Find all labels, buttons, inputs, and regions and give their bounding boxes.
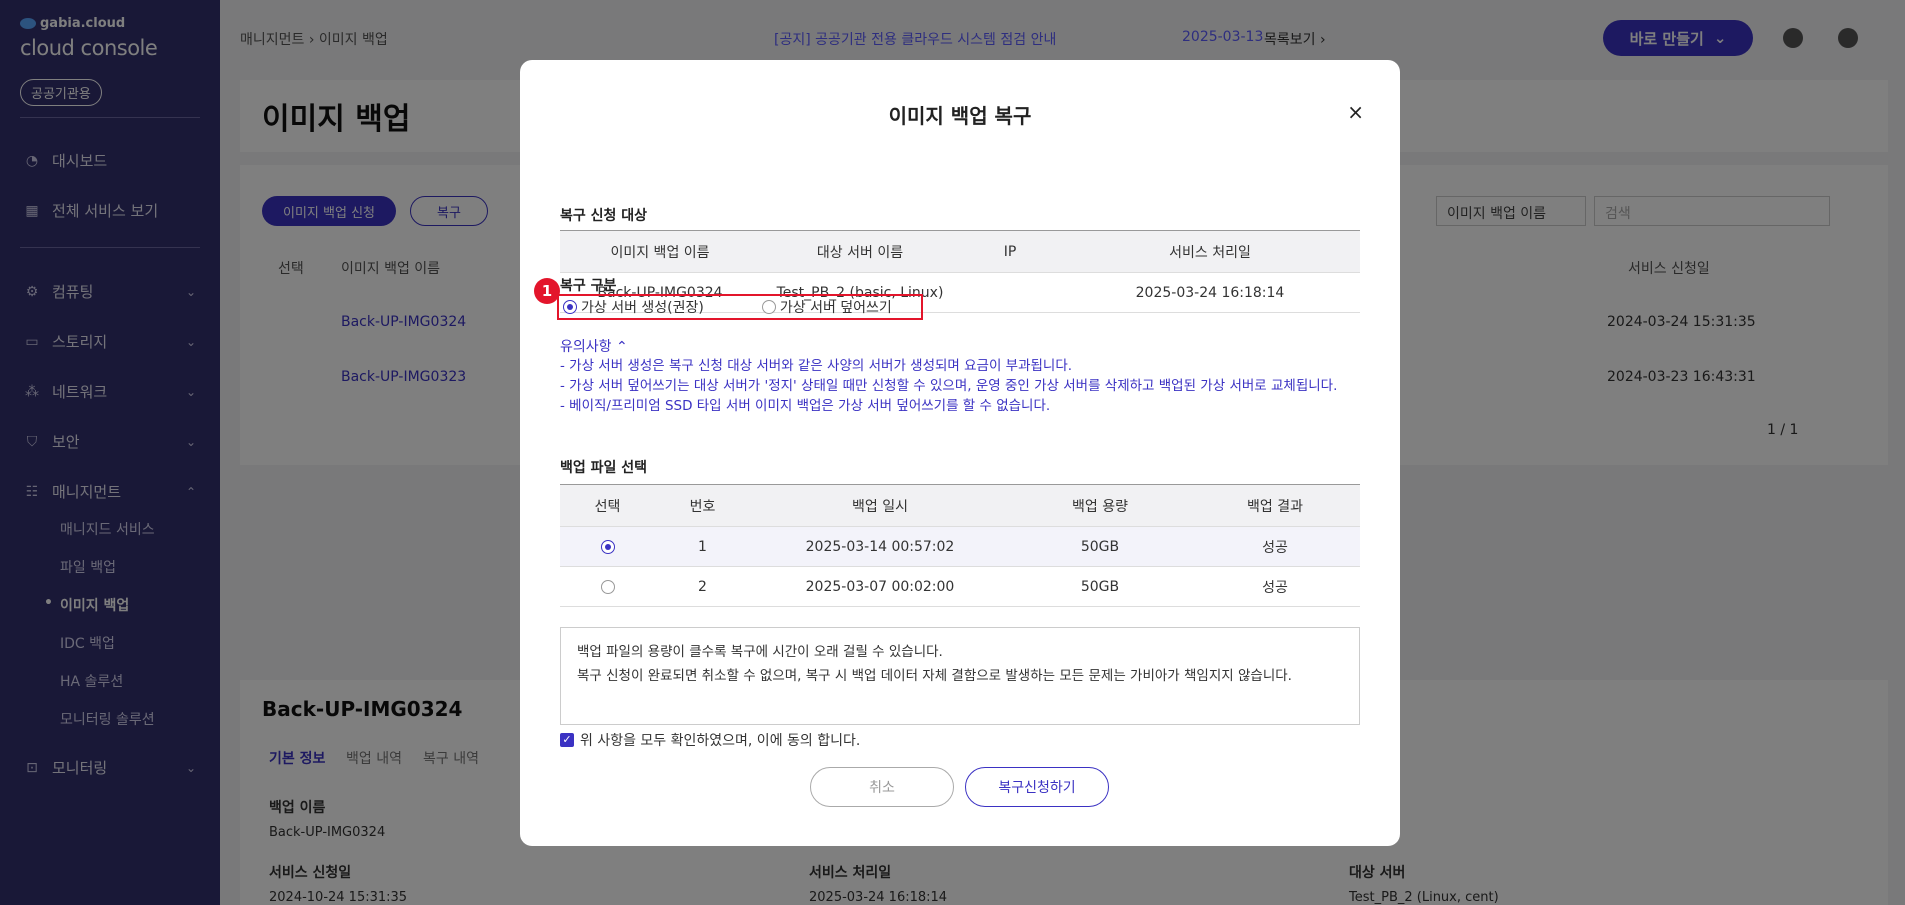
column-header: 이미지 백업 이름 (560, 230, 760, 273)
agree-label[interactable]: 위 사항을 모두 확인하였으며, 이에 동의 합니다. (580, 730, 860, 750)
file-size: 50GB (1010, 526, 1190, 567)
overwrite-server-label[interactable]: 가상 서버 덮어쓰기 (780, 297, 892, 317)
notes-head-label: 유의사항 (560, 339, 612, 355)
checkbox-checked-icon[interactable]: ✓ (560, 733, 574, 747)
warning-box: 백업 파일의 용량이 클수록 복구에 시간이 오래 걸릴 수 있습니다. 복구 … (560, 627, 1360, 725)
file-date: 2025-03-14 00:57:02 (750, 526, 1010, 567)
column-header: 백업 일시 (750, 484, 1010, 527)
close-icon[interactable]: × (1347, 100, 1364, 124)
file-section-title: 백업 파일 선택 (560, 460, 648, 476)
submit-restore-button[interactable]: 복구신청하기 (965, 767, 1109, 807)
step-badge: 1 (534, 278, 560, 304)
modal-title: 이미지 백업 복구 (888, 104, 1032, 128)
file-select-radio[interactable] (600, 579, 615, 594)
file-result: 성공 (1190, 526, 1360, 567)
column-header: 선택 (560, 484, 655, 527)
column-header: 서비스 처리일 (1060, 230, 1360, 273)
notes-list: - 가상 서버 생성은 복구 신청 대상 서버와 같은 사양의 서버가 생성되며… (560, 356, 1370, 416)
cancel-button[interactable]: 취소 (810, 767, 954, 807)
file-no: 1 (655, 526, 750, 567)
column-header: 대상 서버 이름 (760, 230, 960, 273)
file-date: 2025-03-07 00:02:00 (750, 566, 1010, 607)
target-ip (960, 272, 1060, 313)
recovery-type-group: 가상 서버 생성(권장) 가상 서버 덮어쓰기 (557, 294, 923, 320)
column-header: 백업 용량 (1010, 484, 1190, 527)
file-size: 50GB (1010, 566, 1190, 607)
create-server-radio[interactable] (563, 300, 577, 314)
restore-modal: 이미지 백업 복구 × 복구 신청 대상 이미지 백업 이름 대상 서버 이름 … (520, 60, 1400, 846)
target-section-title: 복구 신청 대상 (560, 208, 648, 224)
note-item: - 가상 서버 생성은 복구 신청 대상 서버와 같은 사양의 서버가 생성되며… (560, 358, 1073, 374)
create-server-label[interactable]: 가상 서버 생성(권장) (581, 297, 704, 317)
table-row[interactable]: 1 2025-03-14 00:57:02 50GB 성공 (560, 526, 1360, 567)
file-select-radio[interactable] (600, 539, 615, 554)
warning-text: 백업 파일의 용량이 클수록 복구에 시간이 오래 걸릴 수 있습니다. (577, 644, 943, 660)
notes-toggle[interactable]: 유의사항 ⌃ (560, 336, 628, 356)
column-header: 번호 (655, 484, 750, 527)
warning-text: 복구 신청이 완료되면 취소할 수 없으며, 복구 시 백업 데이터 자체 결함… (577, 668, 1292, 684)
recovery-type-title: 복구 구분 (560, 278, 617, 294)
agree-checkbox-row[interactable]: ✓ 위 사항을 모두 확인하였으며, 이에 동의 합니다. (560, 730, 860, 750)
column-header: IP (960, 230, 1060, 273)
table-row[interactable]: 2 2025-03-07 00:02:00 50GB 성공 (560, 566, 1360, 607)
file-result: 성공 (1190, 566, 1360, 607)
file-table: 선택 번호 백업 일시 백업 용량 백업 결과 1 2025-03-14 00:… (560, 484, 1360, 607)
note-item: - 베이직/프리미엄 SSD 타입 서버 이미지 백업은 가상 서버 덮어쓰기를… (560, 398, 1051, 414)
target-processed: 2025-03-24 16:18:14 (1060, 272, 1360, 313)
column-header: 백업 결과 (1190, 484, 1360, 527)
note-item: - 가상 서버 덮어쓰기는 대상 서버가 '정지' 상태일 때만 신청할 수 있… (560, 378, 1338, 394)
file-no: 2 (655, 566, 750, 607)
overwrite-server-radio[interactable] (761, 300, 776, 314)
chevron-up-icon: ⌃ (615, 339, 628, 355)
